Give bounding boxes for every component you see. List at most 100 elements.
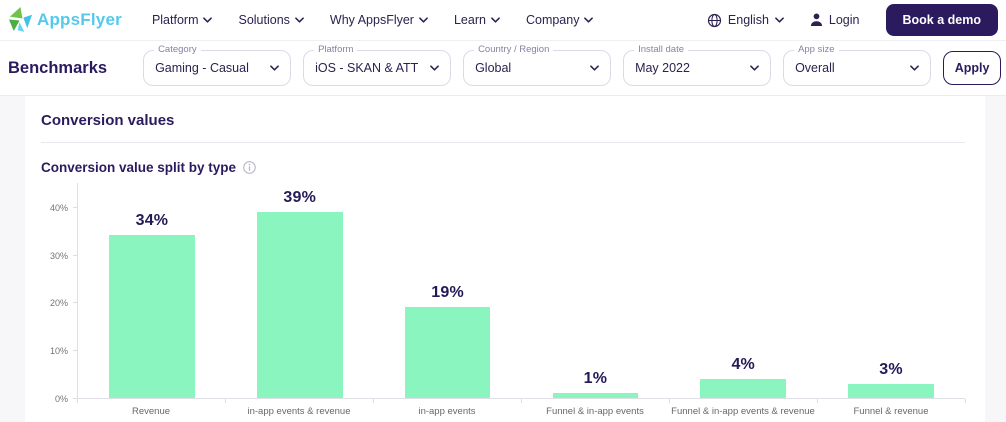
chevron-down-icon <box>203 17 213 23</box>
bar-value-label: 34% <box>135 212 169 230</box>
filter-label: Category <box>154 44 201 55</box>
x-axis-label-funnel-in-app-events-revenue: Funnel & in-app events & revenue <box>671 406 815 417</box>
chevron-down-icon <box>419 17 428 23</box>
login-label: Login <box>828 13 860 27</box>
bar-slot-funnel-in-app-events-revenue: 4% <box>669 183 817 398</box>
bar-funnel-in-app-events <box>552 393 639 398</box>
filters: Category Gaming - Casual Platform iOS - SKA… <box>143 44 932 86</box>
y-tick-mark <box>73 302 77 304</box>
filter-label: Country / Region <box>474 44 554 55</box>
x-tick-mark <box>372 399 374 403</box>
chart-header: Conversion value split by type <box>41 160 965 175</box>
filter-value: Overall <box>795 61 835 75</box>
login-button[interactable]: Login <box>810 13 860 27</box>
x-tick-mark <box>521 399 522 403</box>
bar-slot-in-app-events-revenue: 39% <box>226 183 374 398</box>
bar-slot-in-app-events: 19% <box>374 183 522 398</box>
x-tick-mark <box>224 399 226 403</box>
chevron-down-icon <box>584 17 594 23</box>
y-tick-mark <box>73 254 77 256</box>
info-icon[interactable] <box>243 161 256 174</box>
x-axis-labels: Revenue in-app events & revenue in-app eve… <box>77 404 965 417</box>
x-tick-mark <box>77 399 78 403</box>
bar-revenue <box>109 235 195 398</box>
appsflyer-logo-text: AppsFlyer <box>37 10 122 29</box>
globe-icon <box>707 13 722 27</box>
nav-right: English Login Book a demo <box>707 4 998 36</box>
bar-value-label: 19% <box>431 284 464 302</box>
chevron-down-icon <box>750 65 759 71</box>
book-demo-button[interactable]: Book a demo <box>885 4 998 36</box>
filter-label: Install date <box>634 44 689 55</box>
appsflyer-logo[interactable]: AppsFlyer <box>8 6 122 34</box>
filter-app-size[interactable]: App size Overall <box>783 44 932 86</box>
nav-item-platform[interactable]: Platform <box>152 13 213 27</box>
nav-item-label: Why AppsFlyer <box>329 13 414 27</box>
y-tick-mark <box>73 350 77 352</box>
filter-platform[interactable]: Platform iOS - SKAN & ATT <box>303 44 452 86</box>
bar-slot-funnel-revenue: 3% <box>817 183 965 398</box>
filter-country-region[interactable]: Country / Region Global <box>463 44 612 86</box>
bar-value-label: 1% <box>583 370 608 388</box>
chevron-down-icon <box>430 65 439 71</box>
x-axis-label-in-app-events: in-app events <box>418 406 476 417</box>
filter-category[interactable]: Category Gaming - Casual <box>143 44 292 86</box>
filter-label: App size <box>794 44 839 55</box>
nav-item-solutions[interactable]: Solutions <box>238 13 304 27</box>
filter-label: Platform <box>314 44 358 55</box>
page-title: Benchmarks <box>8 58 108 77</box>
content-area: Conversion values Conversion value split… <box>0 96 1006 422</box>
language-selector[interactable]: English <box>707 13 784 28</box>
chevron-down-icon <box>295 17 304 23</box>
y-tick-label: 10% <box>49 346 68 357</box>
chevron-down-icon <box>775 17 784 23</box>
bar-value-label: 39% <box>283 188 317 206</box>
chevron-down-icon <box>910 65 919 71</box>
y-tick-label: 20% <box>49 298 68 309</box>
language-label: English <box>727 13 769 27</box>
chevron-down-icon <box>590 65 599 71</box>
y-tick-mark <box>73 206 77 208</box>
main-nav: Platform Solutions Why AppsFlyer Learn Compa… <box>152 13 594 27</box>
benchmarks-card: Conversion values Conversion value split… <box>25 96 985 422</box>
chart-title: Conversion value split by type <box>41 160 237 175</box>
x-axis-label-in-app-events-revenue: in-app events & revenue <box>247 406 351 417</box>
nav-item-label: Platform <box>151 13 199 27</box>
bar-in-app-events <box>404 307 491 398</box>
y-axis: 0% 10% 20% 30% 40% <box>41 183 77 404</box>
x-axis-ticks <box>77 399 966 404</box>
bar-value-label: 4% <box>731 355 755 373</box>
bar-funnel-revenue <box>848 383 934 398</box>
appsflyer-logo-icon <box>8 7 33 33</box>
chevron-down-icon <box>491 17 500 23</box>
chevron-down-icon <box>270 65 279 71</box>
nav-item-label: Company <box>525 13 580 27</box>
bar-slot-funnel-in-app-events: 1% <box>521 183 669 398</box>
plot-area: 34% 39% 19% 1% 4% 3% <box>77 183 965 399</box>
top-nav: AppsFlyer Platform Solutions Why AppsFlyer… <box>0 0 1006 41</box>
filter-value: May 2022 <box>635 61 690 75</box>
filter-install-date[interactable]: Install date May 2022 <box>623 44 772 86</box>
apply-button[interactable]: Apply <box>943 51 1002 85</box>
plot-column: 34% 39% 19% 1% 4% 3% Revenue in-app events & r… <box>77 183 966 417</box>
nav-item-why-appsflyer[interactable]: Why AppsFlyer <box>330 13 428 27</box>
y-tick-label: 0% <box>54 394 68 404</box>
x-tick-mark <box>965 399 966 403</box>
y-tick-label: 40% <box>49 202 68 213</box>
nav-item-label: Solutions <box>238 13 290 27</box>
nav-item-company[interactable]: Company <box>526 13 594 27</box>
filter-value: Gaming - Casual <box>155 61 249 75</box>
filter-value: Global <box>475 61 512 75</box>
nav-item-label: Learn <box>453 13 486 27</box>
bar-funnel-in-app-events-revenue <box>700 378 787 398</box>
filter-value: iOS - SKAN & ATT <box>315 61 419 75</box>
x-axis-label-funnel-revenue: Funnel & revenue <box>853 406 929 417</box>
user-icon <box>810 13 822 27</box>
y-tick-label: 30% <box>49 250 68 261</box>
bar-slot-revenue: 34% <box>78 183 226 398</box>
nav-item-learn[interactable]: Learn <box>454 13 500 27</box>
x-tick-mark <box>817 399 818 403</box>
bar-in-app-events-revenue <box>256 211 343 398</box>
bar-value-label: 3% <box>879 360 903 378</box>
filter-bar: Benchmarks Category Gaming - Casual Platfo… <box>0 41 1006 96</box>
